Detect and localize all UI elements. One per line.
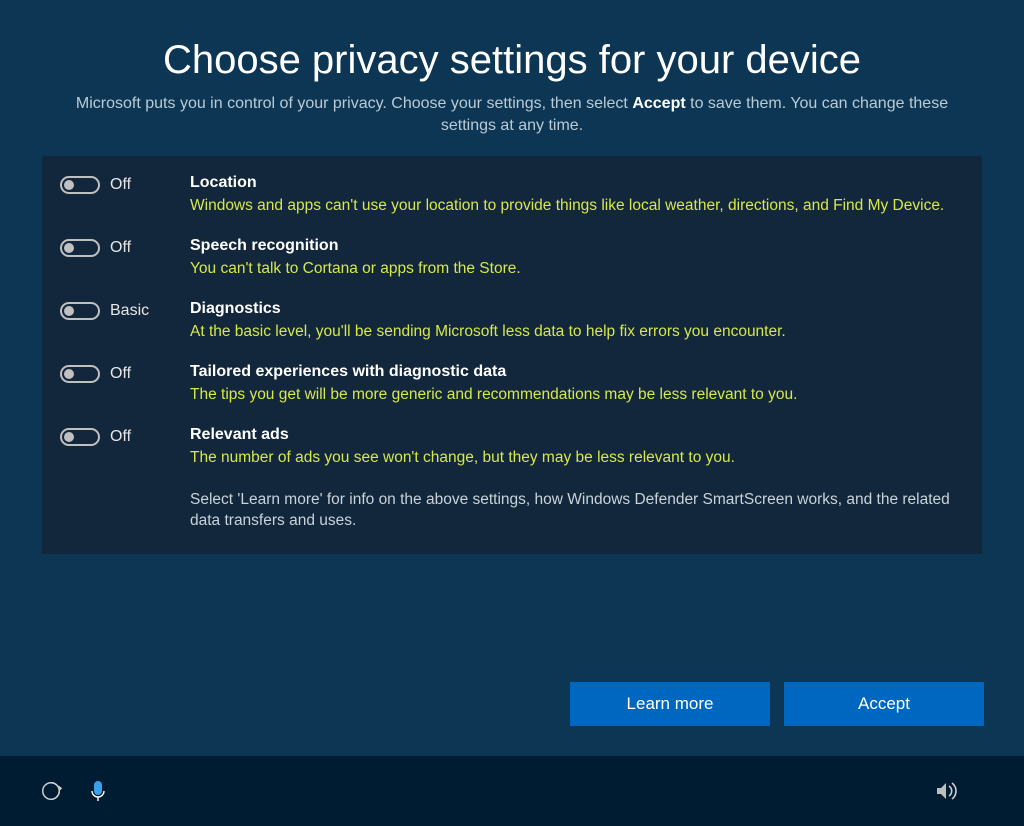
accessibility-icon[interactable] [40, 780, 62, 802]
state-label-speech: Off [110, 239, 131, 257]
toggle-tailored[interactable] [60, 365, 100, 383]
setting-title-diagnostics: Diagnostics [190, 300, 956, 318]
setting-row-ads: Off Relevant ads The number of ads you s… [60, 426, 956, 469]
accept-button[interactable]: Accept [784, 682, 984, 726]
oobe-taskbar [0, 756, 1024, 826]
setting-row-diagnostics: Basic Diagnostics At the basic level, yo… [60, 300, 956, 343]
learn-more-button[interactable]: Learn more [570, 682, 770, 726]
toggle-diagnostics[interactable] [60, 302, 100, 320]
state-label-location: Off [110, 176, 131, 194]
setting-row-tailored: Off Tailored experiences with diagnostic… [60, 363, 956, 406]
setting-desc-diagnostics: At the basic level, you'll be sending Mi… [190, 322, 956, 343]
setting-desc-location: Windows and apps can't use your location… [190, 196, 956, 217]
state-label-diagnostics: Basic [110, 302, 149, 320]
panel-footnote: Select 'Learn more' for info on the abov… [190, 489, 956, 532]
setting-title-speech: Speech recognition [190, 237, 956, 255]
toggle-speech[interactable] [60, 239, 100, 257]
subtitle-pre: Microsoft puts you in control of your pr… [76, 95, 632, 112]
setting-row-location: Off Location Windows and apps can't use … [60, 174, 956, 217]
oobe-privacy-screen: Choose privacy settings for your device … [0, 0, 1024, 826]
page-title: Choose privacy settings for your device [42, 38, 982, 83]
state-label-ads: Off [110, 428, 131, 446]
setting-desc-ads: The number of ads you see won't change, … [190, 448, 956, 469]
page-subtitle: Microsoft puts you in control of your pr… [72, 93, 952, 136]
settings-panel: Off Location Windows and apps can't use … [42, 156, 982, 554]
setting-desc-speech: You can't talk to Cortana or apps from t… [190, 259, 956, 280]
toggle-location[interactable] [60, 176, 100, 194]
setting-row-speech: Off Speech recognition You can't talk to… [60, 237, 956, 280]
state-label-tailored: Off [110, 365, 131, 383]
setting-title-tailored: Tailored experiences with diagnostic dat… [190, 363, 956, 381]
setting-title-ads: Relevant ads [190, 426, 956, 444]
subtitle-accept-word: Accept [632, 95, 685, 112]
action-bar: Learn more Accept [570, 682, 984, 726]
cortana-mic-icon[interactable] [88, 779, 108, 803]
setting-desc-tailored: The tips you get will be more generic an… [190, 385, 956, 406]
toggle-ads[interactable] [60, 428, 100, 446]
setting-title-location: Location [190, 174, 956, 192]
volume-icon[interactable] [934, 780, 958, 802]
